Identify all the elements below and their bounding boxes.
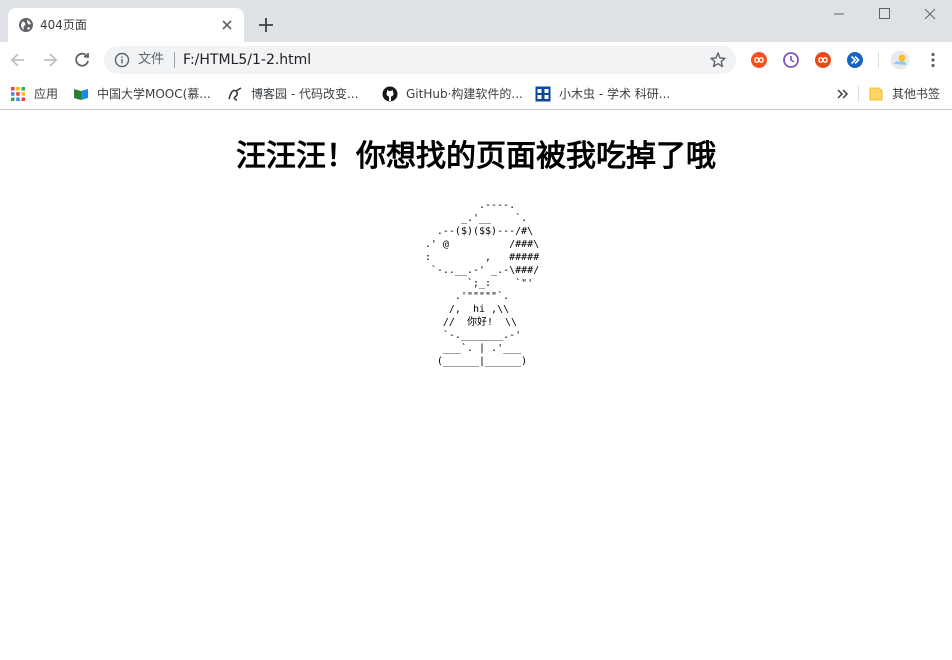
browser-toolbar: 文件 F:/HTML5/1-2.html — [0, 42, 952, 78]
toolbar-separator — [878, 52, 879, 68]
mooc-icon — [74, 89, 88, 100]
info-icon[interactable] — [114, 52, 130, 68]
back-arrow-icon[interactable] — [8, 50, 28, 70]
xiaomuchong-icon — [535, 86, 551, 102]
bookmarks-bar: 应用 中国大学MOOC(慕... 博客园 - 代码改变... GitHub·构建… — [0, 78, 952, 110]
bookmark-label: GitHub·构建软件的... — [406, 87, 523, 101]
folder-icon — [869, 87, 883, 101]
menu-dots-icon[interactable] — [924, 51, 942, 69]
bookmark-label: 中国大学MOOC(慕... — [97, 87, 211, 101]
tab-title: 404页面 — [40, 18, 87, 32]
globe-icon — [19, 18, 33, 32]
address-bar[interactable]: 文件 F:/HTML5/1-2.html — [104, 46, 736, 74]
chevron-double-right-icon[interactable] — [834, 84, 852, 104]
profile-avatar-icon[interactable] — [890, 50, 910, 70]
reload-icon[interactable] — [72, 50, 92, 70]
forward-arrow-icon[interactable] — [40, 50, 60, 70]
omnibox-separator — [174, 52, 175, 68]
bookmark-label: 博客园 - 代码改变... — [251, 87, 359, 101]
bookmark-label: 其他书签 — [892, 87, 941, 101]
page-heading: 汪汪汪！你想找的页面被我吃掉了哦 — [236, 139, 716, 174]
file-scheme-label: 文件 — [138, 52, 165, 67]
close-window-icon[interactable] — [917, 4, 943, 24]
apps-grid-icon — [11, 87, 25, 101]
double-chevron-extension-icon[interactable] — [846, 51, 864, 69]
bookmark-label: 小木虫 - 学术 科研... — [559, 87, 671, 101]
ascii-dog-art: .----. _.'__ `. .--($)($$)---/#\ .' @ /#… — [424, 200, 540, 367]
minimize-icon[interactable] — [826, 4, 852, 24]
tab-strip: 404页面 — [0, 0, 952, 42]
cnblogs-icon — [228, 87, 242, 101]
bookmark-label: 应用 — [34, 87, 59, 101]
infinity-extension-icon-2[interactable] — [814, 51, 832, 69]
clock-extension-icon[interactable] — [782, 51, 800, 69]
page-content: 汪汪汪！你想找的页面被我吃掉了哦 .----. _.'__ `. .--($)(… — [0, 111, 952, 660]
bookmark-star-icon[interactable] — [709, 51, 727, 69]
ascii-art-container: .----. _.'__ `. .--($)($$)---/#\ .' @ /#… — [0, 199, 952, 368]
infinity-extension-icon[interactable] — [750, 51, 768, 69]
maximize-icon[interactable] — [871, 4, 897, 24]
github-icon — [382, 86, 398, 102]
close-tab-icon[interactable] — [219, 17, 235, 33]
new-tab-icon[interactable] — [256, 15, 276, 35]
tab-404-page[interactable]: 404页面 — [8, 8, 244, 42]
url-text[interactable]: F:/HTML5/1-2.html — [183, 51, 311, 69]
bookmarks-separator — [858, 86, 859, 102]
